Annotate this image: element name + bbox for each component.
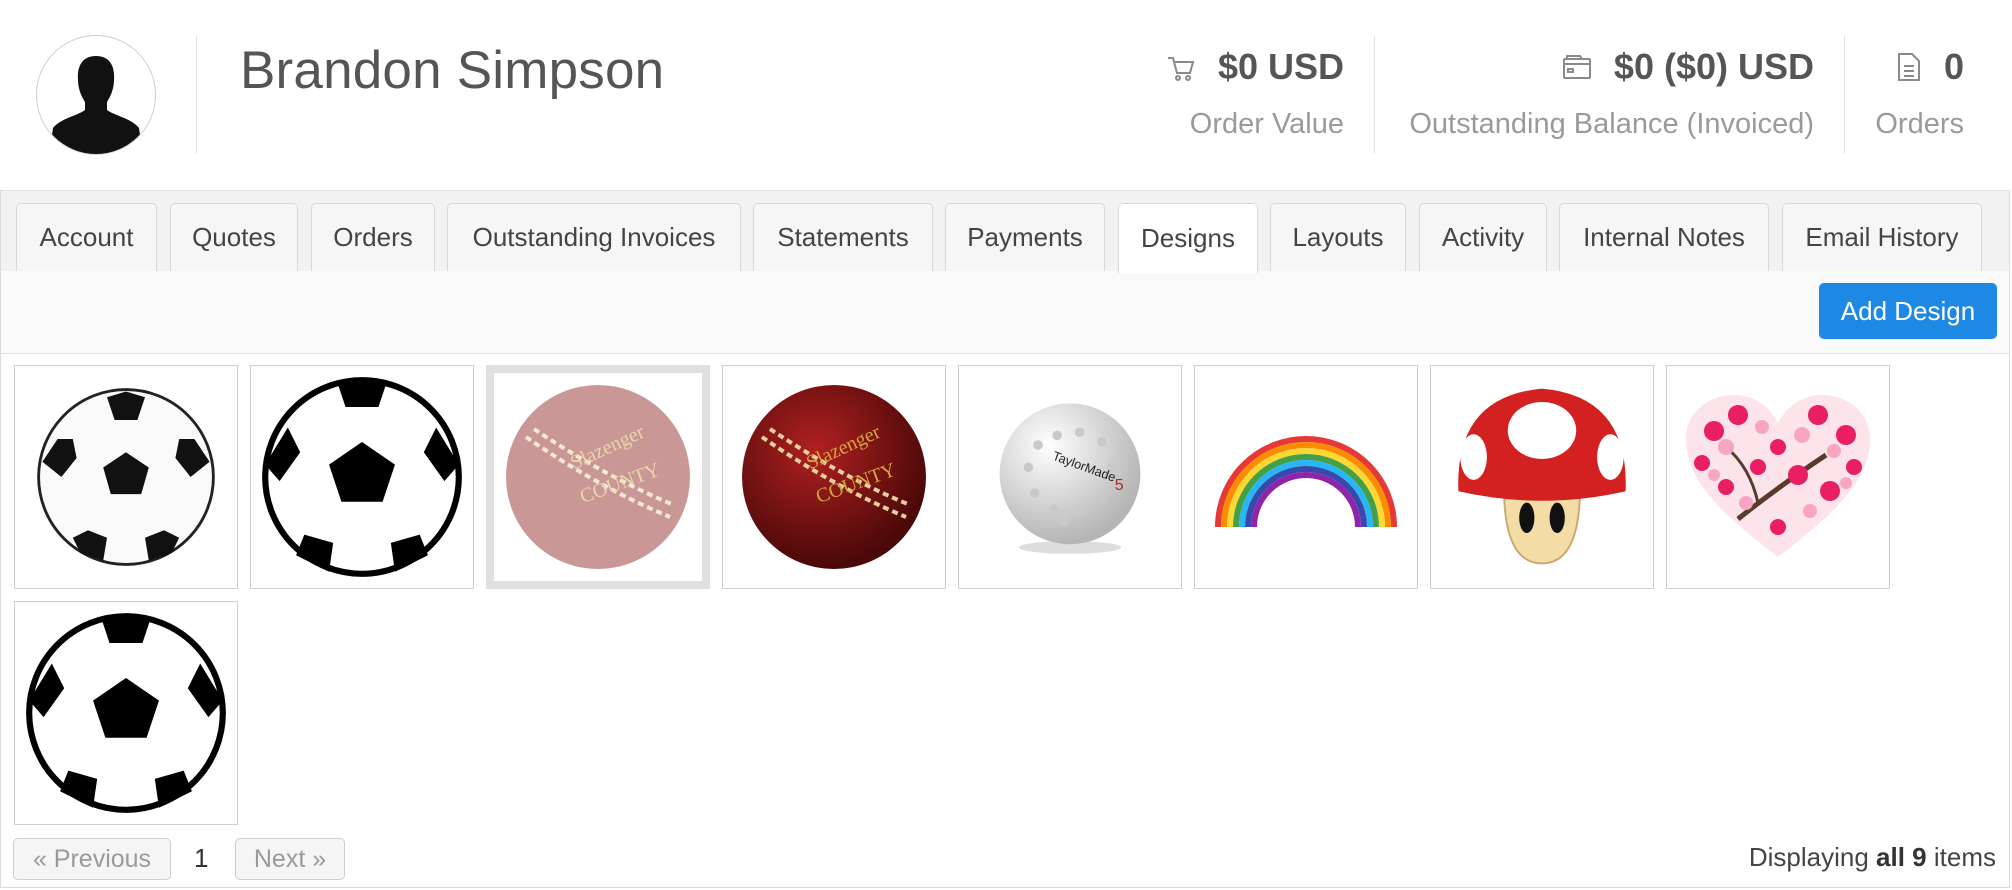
tab-account[interactable]: Account — [16, 203, 157, 271]
designs-toolbar: Add Design — [1, 271, 2009, 354]
tab-payments[interactable]: Payments — [945, 203, 1105, 271]
next-page-button[interactable]: Next » — [235, 838, 345, 880]
order-value-amount: $0 USD — [1217, 46, 1344, 87]
tab-activity[interactable]: Activity — [1419, 203, 1547, 271]
display-count-suffix: items — [1933, 842, 1996, 872]
design-thumbnail-soccer-ball[interactable] — [14, 365, 238, 589]
outstanding-balance-label: Outstanding Balance (Invoiced) — [1409, 108, 1814, 140]
tab-designs[interactable]: Designs — [1118, 203, 1258, 273]
tab-quotes[interactable]: Quotes — [170, 203, 298, 271]
display-count-total: all 9 — [1876, 842, 1927, 872]
customer-header: Brandon Simpson $0 USD Order Value $0 ($… — [0, 0, 2012, 190]
wallet-icon — [1562, 55, 1591, 79]
customer-tabs: Account Quotes Orders Outstanding Invoic… — [1, 190, 2009, 273]
rainbow-image — [1215, 436, 1397, 528]
mushroom-image — [1458, 388, 1626, 565]
orders-count: 0 — [1943, 46, 1964, 87]
design-thumbnail-rainbow[interactable] — [1194, 365, 1418, 589]
soccer-ball-outline-image — [26, 613, 226, 813]
add-design-button[interactable]: Add Design — [1819, 283, 1997, 339]
previous-page-button[interactable]: « Previous — [13, 838, 171, 880]
blossom-heart-image — [1686, 395, 1870, 557]
outstanding-balance-amount: $0 ($0) USD — [1613, 46, 1814, 87]
design-thumbnail-soccer-ball-outline[interactable] — [250, 365, 474, 589]
design-thumbnail-cricket-ball[interactable]: Slazenger COUNTY — [722, 365, 946, 589]
tab-layouts[interactable]: Layouts — [1270, 203, 1406, 271]
soccer-ball-outline-image — [262, 377, 462, 577]
tab-orders[interactable]: Orders — [311, 203, 435, 271]
design-thumbnail-cricket-ball-selected[interactable]: Slazenger COUNTY — [486, 365, 710, 589]
design-thumbnail-golf-ball[interactable]: TaylorMade 5 — [958, 365, 1182, 589]
stat-outstanding-balance: $0 ($0) USD Outstanding Balance (Invoice… — [1409, 46, 1814, 141]
tab-email-history[interactable]: Email History — [1782, 203, 1982, 271]
display-count-prefix: Displaying — [1748, 842, 1869, 872]
header-divider — [196, 36, 197, 154]
soccer-ball-image — [37, 388, 215, 566]
document-icon — [1897, 53, 1920, 81]
stat-divider — [1374, 36, 1375, 154]
user-silhouette-icon — [49, 56, 143, 154]
design-thumbnail-mushroom[interactable] — [1430, 365, 1654, 589]
orders-label: Orders — [1875, 108, 1964, 140]
tab-internal-notes[interactable]: Internal Notes — [1559, 203, 1769, 271]
cricket-ball-image: Slazenger COUNTY — [506, 385, 690, 569]
avatar — [36, 35, 156, 155]
cart-icon — [1167, 57, 1195, 81]
stat-divider — [1844, 36, 1845, 154]
design-thumbnail-soccer-ball-outline[interactable] — [14, 601, 238, 825]
tab-outstanding-invoices[interactable]: Outstanding Invoices — [447, 203, 741, 271]
display-count: Displaying all 9 items — [1749, 842, 1996, 873]
svg-text:5: 5 — [1115, 477, 1124, 494]
stat-order-value: $0 USD Order Value — [1166, 46, 1344, 141]
design-thumbnail-blossom-heart[interactable] — [1666, 365, 1890, 589]
stat-orders: 0 Orders — [1875, 46, 1964, 141]
tab-statements[interactable]: Statements — [753, 203, 933, 271]
current-page-number[interactable]: 1 — [194, 843, 208, 874]
order-value-label: Order Value — [1189, 108, 1344, 140]
golf-ball-image: TaylorMade 5 — [999, 403, 1141, 554]
cricket-ball-image: Slazenger COUNTY — [742, 385, 926, 569]
customer-name: Brandon Simpson — [240, 41, 665, 100]
